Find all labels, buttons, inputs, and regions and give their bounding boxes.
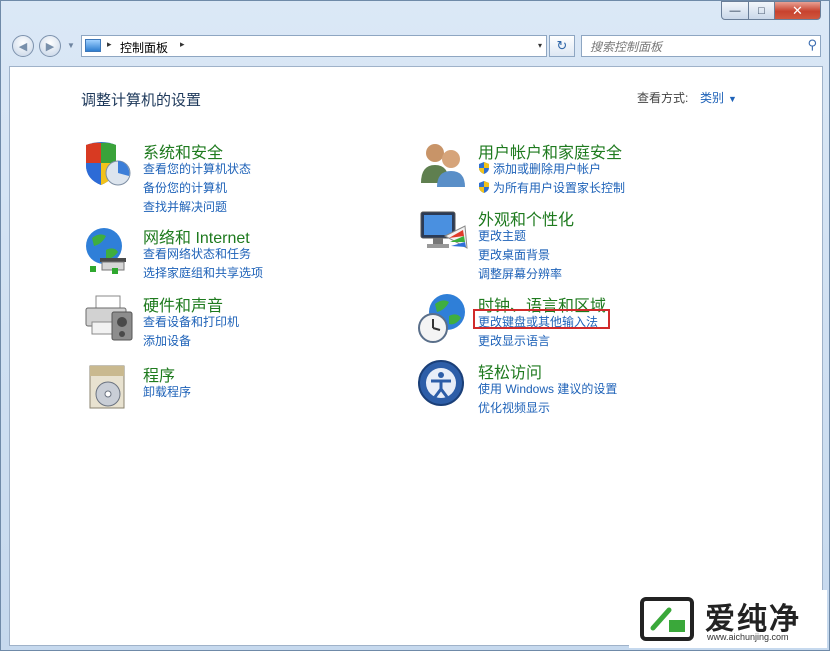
recent-pages-dropdown[interactable]: ▼ xyxy=(67,41,75,50)
view-by-dropdown[interactable]: 类别 ▼ xyxy=(700,89,737,106)
search-icon[interactable]: ⚲ xyxy=(807,37,817,53)
breadcrumb-separator[interactable]: ▸ xyxy=(180,39,185,50)
link-network-status[interactable]: 查看网络状态和任务 xyxy=(143,245,251,262)
link-backup-computer[interactable]: 备份您的计算机 xyxy=(143,179,227,196)
users-icon xyxy=(421,144,465,187)
watermark: 爱纯净 www.aichunjing.com xyxy=(629,590,827,648)
link-adjust-resolution[interactable]: 调整屏幕分辨率 xyxy=(478,265,562,282)
globe-clock-icon xyxy=(418,294,465,343)
link-troubleshoot[interactable]: 查找并解决问题 xyxy=(143,198,227,215)
content-pane: 调整计算机的设置 查看方式: 类别 ▼ 系统和安全 查看您的计算机状态 备份您的计… xyxy=(9,66,823,646)
link-optimize-video-display[interactable]: 优化视频显示 xyxy=(478,399,550,416)
control-panel-icon xyxy=(85,39,101,52)
refresh-icon: ↻ xyxy=(556,38,568,53)
link-change-display-language[interactable]: 更改显示语言 xyxy=(478,332,550,349)
breadcrumb-control-panel[interactable]: 控制面板 xyxy=(120,39,168,56)
monitor-palette-icon xyxy=(420,211,468,249)
link-check-computer-status[interactable]: 查看您的计算机状态 xyxy=(143,160,251,177)
printer-icon xyxy=(85,295,133,341)
forward-button[interactable]: ▶ xyxy=(39,35,61,57)
search-box[interactable]: ⚲ xyxy=(581,35,821,57)
page-title: 调整计算机的设置 xyxy=(81,92,202,109)
address-dropdown-icon[interactable]: ▾ xyxy=(538,41,542,50)
refresh-button[interactable]: ↻ xyxy=(549,35,575,57)
close-button[interactable]: ✕ xyxy=(774,1,821,20)
uac-shield-icon xyxy=(479,162,489,174)
highlight-box xyxy=(473,309,610,329)
uac-shield-icon xyxy=(479,181,489,193)
link-change-theme[interactable]: 更改主题 xyxy=(478,227,526,244)
globe-network-icon xyxy=(86,228,126,274)
ease-of-access-icon xyxy=(418,360,464,406)
watermark-url: www.aichunjing.com xyxy=(707,632,789,642)
view-by-label: 查看方式: xyxy=(637,91,689,105)
back-arrow-icon: ◀ xyxy=(18,40,28,53)
link-change-desktop-background[interactable]: 更改桌面背景 xyxy=(478,246,550,263)
link-devices-printers[interactable]: 查看设备和打印机 xyxy=(143,313,239,330)
shield-icon xyxy=(86,142,131,186)
link-homegroup-sharing[interactable]: 选择家庭组和共享选项 xyxy=(143,264,263,281)
back-button[interactable]: ◀ xyxy=(12,35,34,57)
link-parental-controls[interactable]: 为所有用户设置家长控制 xyxy=(478,179,625,196)
breadcrumb-separator[interactable]: ▸ xyxy=(107,39,112,50)
programs-icon xyxy=(89,365,125,409)
maximize-button[interactable]: □ xyxy=(748,1,775,20)
watermark-logo xyxy=(640,597,694,641)
link-uninstall-program[interactable]: 卸载程序 xyxy=(143,383,191,400)
minimize-button[interactable]: — xyxy=(721,1,749,20)
chevron-down-icon: ▼ xyxy=(728,94,737,104)
link-add-device[interactable]: 添加设备 xyxy=(143,332,191,349)
forward-arrow-icon: ▶ xyxy=(45,40,55,53)
link-windows-recommended-settings[interactable]: 使用 Windows 建议的设置 xyxy=(478,380,617,397)
control-panel-window: — □ ✕ ◀ ▶ ▼ ▸ 控制面板 ▸ ▾ ↻ ⚲ 调整计算机的设置 查看方式… xyxy=(0,0,830,651)
address-bar[interactable]: ▸ 控制面板 ▸ ▾ xyxy=(81,35,547,57)
search-input[interactable] xyxy=(588,38,797,56)
link-add-remove-users[interactable]: 添加或删除用户帐户 xyxy=(478,160,601,177)
